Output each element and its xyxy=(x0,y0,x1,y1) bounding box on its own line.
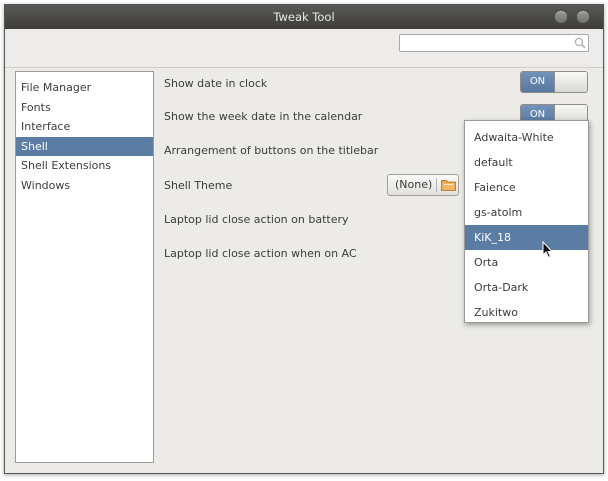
dropdown-item-kik-18[interactable]: KiK_18 xyxy=(465,225,588,250)
app-window: Tweak Tool File Manager Fonts Interface … xyxy=(4,4,604,474)
button-arrangement-label: Arrangement of buttons on the titlebar xyxy=(164,144,379,157)
search-input[interactable] xyxy=(399,34,589,52)
sidebar-item-shell[interactable]: Shell xyxy=(16,136,153,156)
titlebar: Tweak Tool xyxy=(5,5,603,29)
sidebar-item-shell-extensions[interactable]: Shell Extensions xyxy=(16,156,153,176)
sidebar-item-windows[interactable]: Windows xyxy=(16,176,153,196)
show-date-switch[interactable]: ON xyxy=(520,71,588,93)
dropdown-item-adwaita-white[interactable]: Adwaita-White xyxy=(465,125,588,150)
chooser-divider xyxy=(436,178,437,192)
folder-icon xyxy=(441,180,456,191)
dropdown-item-faience[interactable]: Faience xyxy=(465,175,588,200)
dropdown-item-orta[interactable]: Orta xyxy=(465,250,588,275)
window-title: Tweak Tool xyxy=(273,10,335,24)
dropdown-item-zukitwo[interactable]: Zukitwo xyxy=(465,300,588,325)
shell-theme-value: (None) xyxy=(395,178,433,191)
week-date-label: Show the week date in the calendar xyxy=(164,110,363,123)
minimize-button[interactable] xyxy=(555,11,567,23)
theme-dropdown-menu: Adwaita-White default Faience gs-atolm K… xyxy=(464,120,589,323)
dropdown-item-orta-dark[interactable]: Orta-Dark xyxy=(465,275,588,300)
show-date-label: Show date in clock xyxy=(164,77,268,90)
lid-ac-label: Laptop lid close action when on AC xyxy=(164,247,357,260)
sidebar-item-interface[interactable]: Interface xyxy=(16,117,153,137)
lid-battery-label: Laptop lid close action on battery xyxy=(164,213,349,226)
close-button[interactable] xyxy=(577,11,589,23)
dropdown-item-gs-atolm[interactable]: gs-atolm xyxy=(465,200,588,225)
sidebar-item-fonts[interactable]: Fonts xyxy=(16,98,153,118)
switch-knob[interactable] xyxy=(554,72,587,92)
sidebar-item-file-manager[interactable]: File Manager xyxy=(16,78,153,98)
mouse-pointer-icon xyxy=(542,241,554,259)
dropdown-item-default[interactable]: default xyxy=(465,150,588,175)
shell-theme-label: Shell Theme xyxy=(164,179,233,192)
search-icon[interactable] xyxy=(574,37,586,49)
shell-theme-chooser[interactable]: (None) xyxy=(387,174,459,196)
sidebar: File Manager Fonts Interface Shell Shell… xyxy=(15,71,154,463)
switch-on-label: ON xyxy=(521,72,554,92)
